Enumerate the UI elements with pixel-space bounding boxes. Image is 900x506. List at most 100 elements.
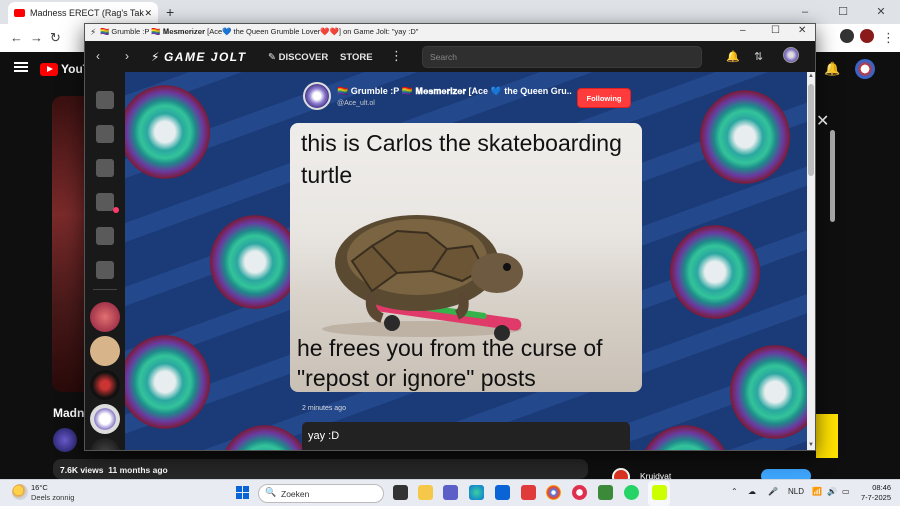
scroll-down-icon[interactable]: ▼ xyxy=(807,442,815,448)
community-avatar[interactable] xyxy=(90,438,120,450)
reload-icon[interactable]: ↻ xyxy=(50,30,61,46)
community-avatar[interactable] xyxy=(90,302,120,332)
whatsapp-icon[interactable] xyxy=(624,485,639,500)
profile-icon[interactable] xyxy=(860,29,874,43)
maximize-icon[interactable]: ☐ xyxy=(771,25,780,36)
notifications-bell-icon[interactable]: 🔔 xyxy=(726,50,740,63)
back-icon[interactable]: ‹ xyxy=(96,49,100,63)
onedrive-icon[interactable]: ☁ xyxy=(748,487,756,496)
minimize-icon[interactable]: – xyxy=(740,25,746,36)
volume-icon[interactable]: 🔊 xyxy=(827,487,837,496)
task-view-icon[interactable] xyxy=(393,485,408,500)
taskbar-search[interactable]: Zoeken xyxy=(258,484,384,503)
more-menu-icon[interactable]: ⋮ xyxy=(390,48,403,64)
weather-temperature[interactable]: 16°C xyxy=(31,483,48,492)
forward-icon[interactable]: → xyxy=(30,30,43,45)
close-panel-icon[interactable]: ✕ xyxy=(816,111,829,131)
youtube-favicon-icon xyxy=(14,9,25,17)
ad-card[interactable]: Kruidvat xyxy=(604,462,836,486)
battery-icon[interactable]: ▭ xyxy=(842,487,850,496)
weather-condition[interactable]: Deels zonnig xyxy=(31,493,74,502)
store-icon[interactable] xyxy=(495,485,510,500)
teams-icon[interactable] xyxy=(443,485,458,500)
scrollbar-thumb[interactable] xyxy=(808,84,814,176)
back-icon[interactable]: ← xyxy=(10,30,23,45)
post-timestamp[interactable]: 2 minutes ago xyxy=(302,405,346,412)
gamejolt-app-icon xyxy=(652,485,667,500)
tab-close-icon[interactable]: ✕ xyxy=(144,8,152,19)
search-icon: 🔍 xyxy=(265,487,277,497)
image-caption-bottom: he frees you from the curse of "repost o… xyxy=(297,335,603,391)
post-page: 🏳️‍🌈 Grumble :P 🏳️‍🌈 𝐌𝐞𝐬𝐦𝐞𝐫𝐢𝐳𝐞𝐫 [Ace 💙 t… xyxy=(125,72,807,450)
gamejolt-navbar: ‹ › ⚡ GAME JOLT ✎ DISCOVER STORE ⋮ 🔔 ⇅ xyxy=(85,41,815,72)
community-avatar[interactable] xyxy=(90,404,120,434)
sidebar-home-icon[interactable] xyxy=(91,86,119,114)
following-button[interactable]: Following xyxy=(577,88,631,108)
gamejolt-window: ⚡ 🏳️‍🌈 Grumble :P 🏳️‍🌈 𝐌𝐞𝐬𝐦𝐞𝐫𝐢𝐳𝐞𝐫 [Ace💙 … xyxy=(84,23,816,451)
hamburger-menu-icon[interactable] xyxy=(14,62,28,64)
video-stats[interactable]: 7.6K views 11 months ago xyxy=(53,459,588,479)
notification-dot xyxy=(113,207,119,213)
youtube-account-avatar[interactable] xyxy=(855,59,875,79)
community-avatar[interactable] xyxy=(90,370,120,400)
ad-banner[interactable] xyxy=(816,414,838,458)
side-panel-scrollbar[interactable] xyxy=(830,130,835,222)
close-icon[interactable]: ✕ xyxy=(862,0,900,24)
author-avatar[interactable] xyxy=(303,82,331,110)
background-window-controls: – ☐ ✕ xyxy=(786,0,900,24)
post-text: yay :D xyxy=(302,422,630,450)
background-tab-bar: Madness ERECT (Rag's Take) ✕ + – ☐ ✕ xyxy=(0,0,900,24)
search-input[interactable] xyxy=(422,46,702,68)
gamejolt-app-icon: ⚡ xyxy=(90,27,97,37)
microphone-icon[interactable]: 🎤 xyxy=(768,487,778,496)
mcafee-icon[interactable] xyxy=(521,485,536,500)
author-handle[interactable]: @Ace_ult.ol xyxy=(337,100,375,107)
youtube-tab[interactable]: Madness ERECT (Rag's Take) ✕ xyxy=(8,2,158,24)
store-link[interactable]: STORE xyxy=(340,52,373,63)
user-avatar[interactable] xyxy=(783,47,799,63)
page-scrollbar[interactable]: ▲ ▼ xyxy=(807,72,815,450)
upload-age: 11 months ago xyxy=(108,465,168,475)
sidebar-backpack-icon[interactable] xyxy=(91,154,119,182)
opera-icon[interactable] xyxy=(572,485,587,500)
gamejolt-sidebar xyxy=(85,72,125,450)
forward-icon[interactable]: › xyxy=(125,49,129,63)
sidebar-shop-icon[interactable] xyxy=(91,120,119,148)
clock-date[interactable]: 7-7-2025 xyxy=(857,493,891,502)
maximize-icon[interactable]: ☐ xyxy=(824,0,862,24)
view-count: 7.6K views xyxy=(60,465,104,475)
tab-title: Madness ERECT (Rag's Take) xyxy=(30,8,145,18)
sidebar-divider xyxy=(93,289,117,290)
gamejolt-logo[interactable]: ⚡ GAME JOLT xyxy=(151,50,247,64)
clock-time[interactable]: 08:46 xyxy=(857,483,891,492)
channel-avatar[interactable] xyxy=(53,428,77,452)
discover-link[interactable]: ✎ DISCOVER xyxy=(268,52,328,63)
scroll-up-icon[interactable]: ▲ xyxy=(807,73,815,79)
file-explorer-icon[interactable] xyxy=(418,485,433,500)
minimize-icon[interactable]: – xyxy=(786,0,824,24)
language-indicator[interactable]: NLD xyxy=(788,487,804,496)
start-button[interactable] xyxy=(236,486,249,499)
tray-chevron-icon[interactable]: ⌃ xyxy=(731,487,738,496)
chrome-icon[interactable] xyxy=(546,485,561,500)
minecraft-icon[interactable] xyxy=(598,485,613,500)
sidebar-chat-icon[interactable] xyxy=(91,222,119,250)
youtube-play-icon xyxy=(40,62,58,76)
extension-icon[interactable] xyxy=(840,29,854,43)
windows-taskbar: 16°C Deels zonnig Zoeken 🔍 ⌃ ☁ 🎤 NLD 📶 🔊… xyxy=(0,479,900,506)
post-image[interactable]: this is Carlos the skateboarding turtle … xyxy=(290,123,642,392)
weather-icon[interactable] xyxy=(12,484,28,500)
new-tab-button[interactable]: + xyxy=(166,4,174,20)
window-title: 🏳️‍🌈 Grumble :P 🏳️‍🌈 𝐌𝐞𝐬𝐦𝐞𝐫𝐢𝐳𝐞𝐫 [Ace💙 th… xyxy=(100,27,419,36)
community-avatar[interactable] xyxy=(90,336,120,366)
close-icon[interactable]: ✕ xyxy=(798,25,806,36)
author-name[interactable]: 🏳️‍🌈 Grumble :P 🏳️‍🌈 𝐌𝐞𝐬𝐦𝐞𝐫𝐢𝐳𝐞𝐫 [Ace 💙 t… xyxy=(337,86,572,97)
bolt-icon: ⚡ xyxy=(151,50,161,64)
notifications-bell-icon[interactable]: 🔔 xyxy=(824,61,840,77)
turtle-on-skateboard-image xyxy=(322,215,523,341)
friends-icon[interactable]: ⇅ xyxy=(754,50,763,63)
sidebar-library-icon[interactable] xyxy=(91,256,119,284)
edge-icon[interactable] xyxy=(469,485,484,500)
wifi-icon[interactable]: 📶 xyxy=(812,487,822,496)
chrome-menu-icon[interactable]: ⋮ xyxy=(882,30,895,46)
